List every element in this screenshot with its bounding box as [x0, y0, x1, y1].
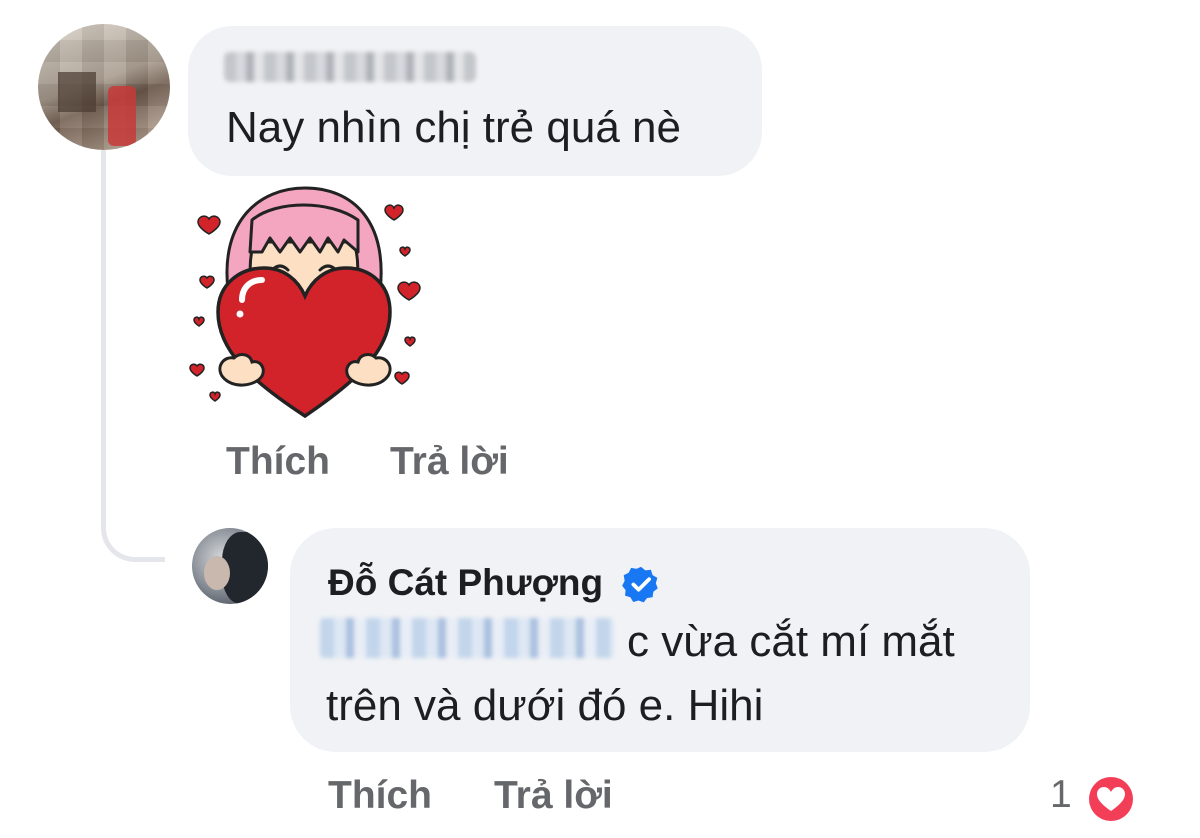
avatar-photo — [204, 556, 230, 590]
commenter-avatar[interactable] — [38, 24, 170, 150]
reply-text-line-2: trên và dưới đó e. Hihi — [326, 681, 764, 730]
blurred-commenter-name[interactable] — [224, 52, 476, 82]
reply-action[interactable]: Trả lời — [494, 774, 613, 818]
heart-reaction-icon[interactable] — [1083, 771, 1139, 827]
girl-hugging-heart-sticker — [189, 186, 421, 419]
reply-author-name[interactable]: Đỗ Cát Phượng — [328, 562, 603, 604]
thread-connector-line — [101, 150, 165, 562]
reply-text-line-1: c vừa cắt mí mắt — [627, 617, 955, 666]
verified-badge-icon — [622, 566, 658, 603]
avatar-pixelation — [108, 86, 136, 146]
reaction-count[interactable]: 1 — [1050, 773, 1072, 817]
like-action[interactable]: Thích — [226, 440, 330, 484]
reply-author-avatar[interactable] — [192, 528, 268, 604]
reply-action[interactable]: Trả lời — [390, 440, 509, 484]
like-action[interactable]: Thích — [328, 774, 432, 818]
avatar-pixelation — [58, 72, 96, 112]
blurred-mention[interactable] — [320, 618, 614, 658]
comment-text: Nay nhìn chị trẻ quá nè — [226, 103, 681, 152]
